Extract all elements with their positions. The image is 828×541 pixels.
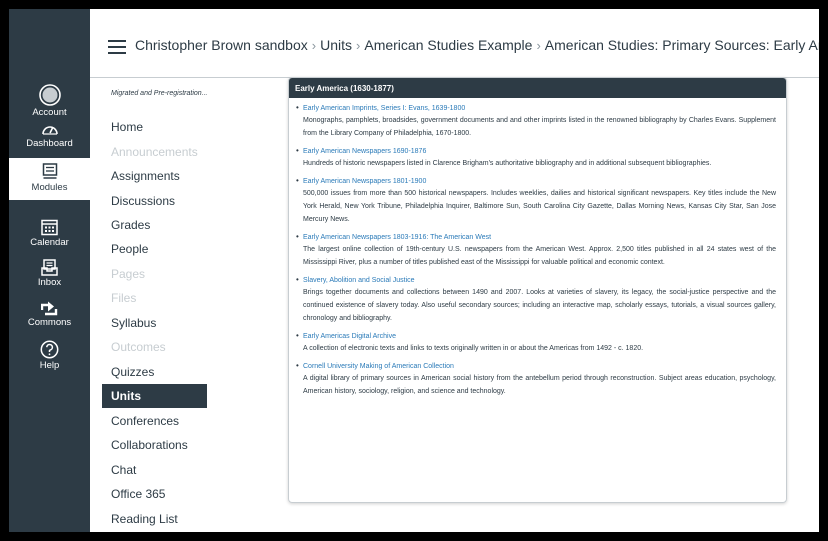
course-subtitle: Migrated and Pre-registration...	[111, 90, 208, 97]
course-nav-outcomes[interactable]: Outcomes	[111, 340, 166, 354]
global-nav-modules[interactable]: Modules	[9, 158, 90, 200]
resource-description: Monographs, pamphlets, broadsides, gover…	[303, 117, 776, 137]
global-nav-inbox[interactable]: Inbox	[9, 259, 90, 289]
inbox-icon	[41, 259, 58, 276]
resource-description: The largest online collection of 19th-ce…	[303, 246, 776, 266]
resource-link[interactable]: Slavery, Abolition and Social Justice	[303, 275, 776, 286]
course-nav-syllabus[interactable]: Syllabus	[111, 316, 156, 330]
course-nav-conferences[interactable]: Conferences	[111, 414, 179, 428]
global-nav-help[interactable]: Help	[9, 340, 90, 372]
list-item: Slavery, Abolition and Social Justice Br…	[296, 275, 776, 325]
dashboard-icon	[41, 126, 58, 135]
calendar-icon	[41, 219, 58, 236]
page-header: Christopher Brown sandbox › Units › American…	[90, 9, 819, 79]
breadcrumb-current-page: American Studies: Primary Sources: Early…	[544, 37, 819, 53]
global-nav-label: Account	[32, 107, 67, 118]
global-nav-commons[interactable]: Commons	[9, 301, 90, 329]
resource-link[interactable]: Early American Newspapers 1803-1916: The…	[303, 232, 776, 243]
chevron-right-icon: ›	[311, 38, 317, 53]
list-item: Early Americas Digital Archive A collect…	[296, 331, 776, 355]
resource-link[interactable]: Early American Imprints, Series I: Evans…	[303, 103, 776, 114]
resource-description: 500,000 issues from more than 500 histor…	[303, 190, 776, 223]
global-nav-label: Commons	[27, 317, 72, 328]
panel-title: Early America (1630-1877)	[289, 78, 786, 98]
global-nav-label: Dashboard	[26, 138, 73, 149]
global-nav-account[interactable]: Account	[9, 84, 90, 119]
resource-description: A collection of electronic texts and lin…	[303, 345, 644, 352]
global-nav-calendar[interactable]: Calendar	[9, 219, 90, 249]
global-nav-dashboard[interactable]: Dashboard	[9, 121, 90, 150]
resource-link[interactable]: Early American Newspapers 1801-1900	[303, 176, 776, 187]
global-nav-label: Inbox	[37, 277, 62, 288]
course-nav-pages[interactable]: Pages	[111, 267, 145, 281]
list-item: Early American Newspapers 1801-1900 500,…	[296, 176, 776, 226]
resource-link[interactable]: Early Americas Digital Archive	[303, 331, 776, 342]
commons-icon	[41, 301, 58, 316]
breadcrumb: Christopher Brown sandbox › Units › American…	[135, 37, 819, 53]
global-nav-label: Help	[39, 360, 60, 371]
breadcrumb-module[interactable]: American Studies Example	[364, 37, 532, 53]
help-icon	[40, 340, 59, 359]
course-nav-announcements[interactable]: Announcements	[111, 145, 198, 159]
course-nav-assignments[interactable]: Assignments	[111, 169, 180, 183]
chevron-right-icon: ›	[356, 38, 361, 53]
global-nav-label: Modules	[31, 182, 68, 193]
resource-link[interactable]: Cornell University Making of American Co…	[303, 361, 776, 372]
chevron-right-icon: ›	[536, 38, 541, 53]
course-nav-grades[interactable]: Grades	[111, 218, 150, 232]
breadcrumb-units[interactable]: Units	[320, 37, 352, 53]
resource-link[interactable]: Early American Newspapers 1690-1876	[303, 146, 776, 157]
content-panel: Early America (1630-1877) Early American…	[288, 77, 787, 503]
global-navigation: Account Dashboard Modules Calendar Inbox…	[9, 9, 90, 532]
app-window: Account Dashboard Modules Calendar Inbox…	[9, 9, 819, 532]
resource-description: Brings together documents and collection…	[303, 289, 776, 322]
course-nav-collaborations[interactable]: Collaborations	[111, 438, 188, 452]
modules-icon	[42, 163, 57, 179]
list-item: Early American Newspapers 1690-1876 Hund…	[296, 146, 776, 170]
course-nav-people[interactable]: People	[111, 242, 148, 256]
list-item: Early American Imprints, Series I: Evans…	[296, 103, 776, 140]
list-item: Early American Newspapers 1803-1916: The…	[296, 232, 776, 269]
course-nav-home[interactable]: Home	[111, 120, 143, 134]
course-nav-reading-list[interactable]: Reading List	[111, 512, 178, 526]
account-icon	[38, 84, 61, 106]
resource-list: Early American Imprints, Series I: Evans…	[289, 98, 786, 398]
resource-description: A digital library of primary sources in …	[303, 375, 776, 395]
list-item: Cornell University Making of American Co…	[296, 361, 776, 398]
resource-description: Hundreds of historic newspapers listed i…	[303, 160, 712, 167]
course-nav-units[interactable]: Units	[102, 384, 207, 408]
global-nav-label: Calendar	[30, 237, 69, 248]
course-nav-files[interactable]: Files	[111, 291, 136, 305]
hamburger-menu-icon[interactable]	[108, 40, 126, 54]
course-nav-quizzes[interactable]: Quizzes	[111, 365, 154, 379]
course-nav-chat[interactable]: Chat	[111, 463, 136, 477]
course-nav-office-365[interactable]: Office 365	[111, 487, 165, 501]
course-nav-discussions[interactable]: Discussions	[111, 194, 175, 208]
breadcrumb-course[interactable]: Christopher Brown sandbox	[135, 37, 308, 53]
